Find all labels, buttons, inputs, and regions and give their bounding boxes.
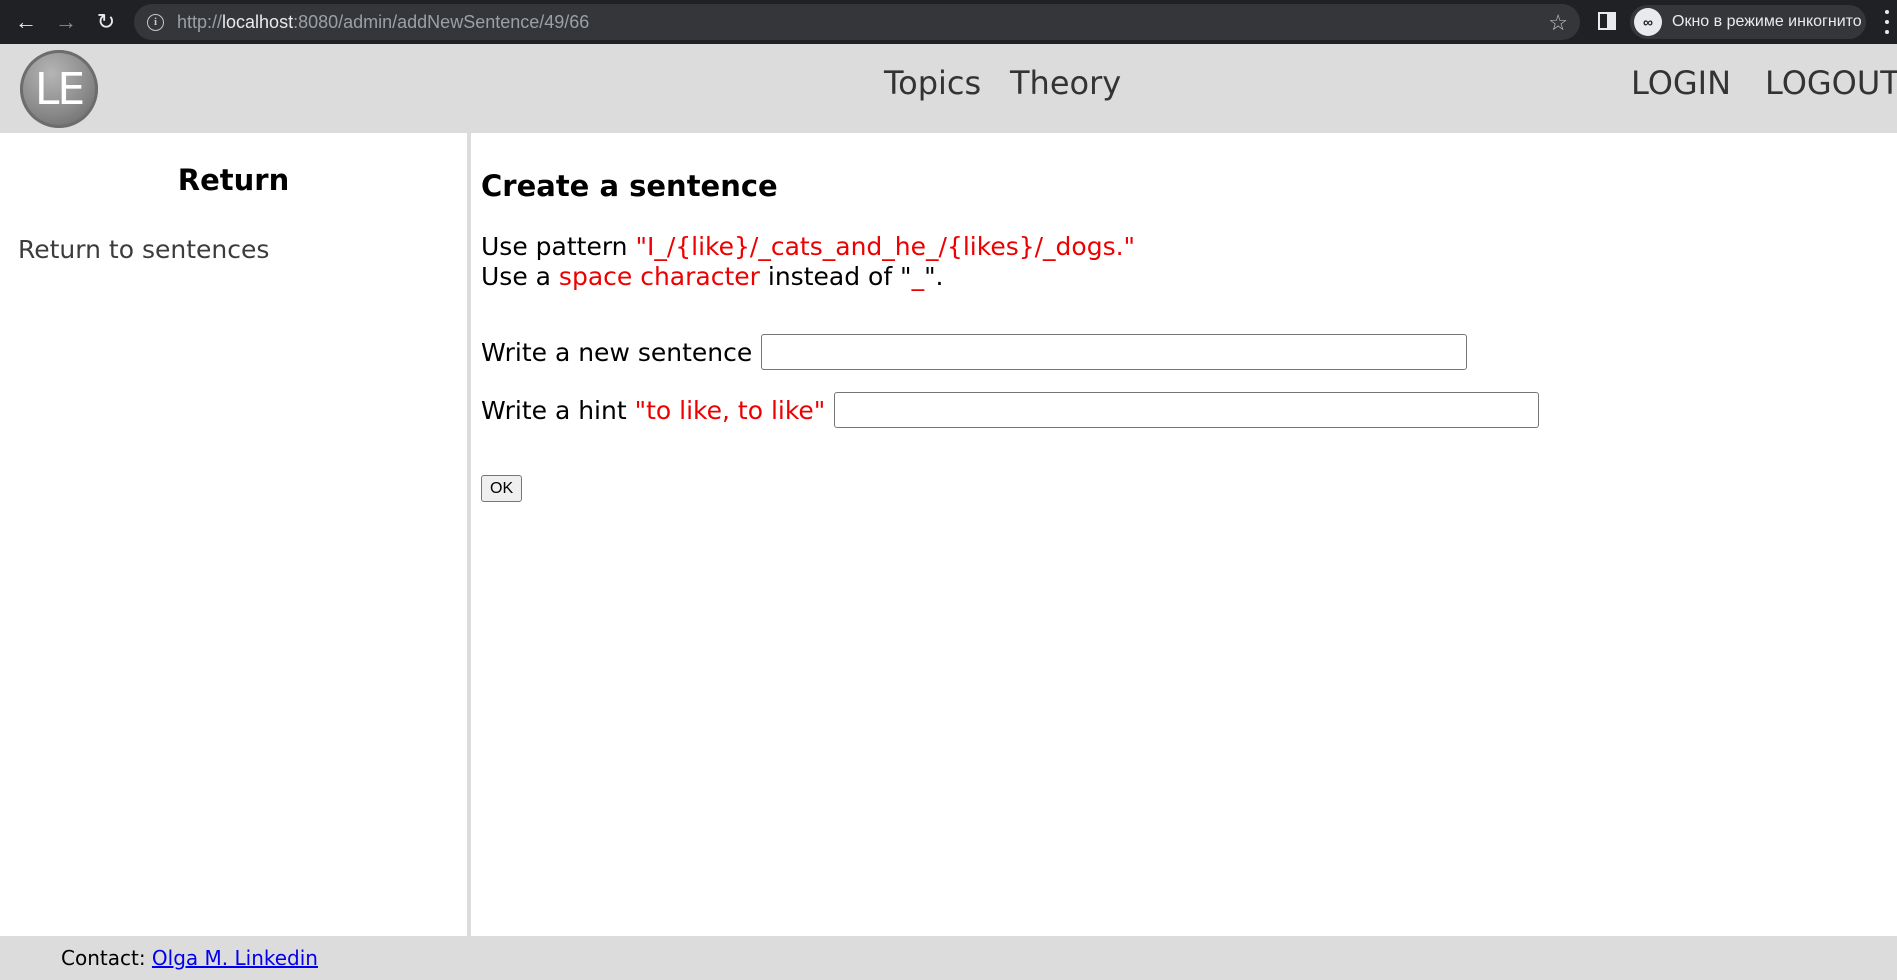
sentence-row: Write a new sentence — [481, 334, 1468, 370]
sentence-input[interactable] — [761, 334, 1468, 370]
browser-toolbar: ← → ↻ i http://localhost:8080/admin/addN… — [0, 0, 1897, 44]
page-title: Create a sentence — [481, 169, 778, 203]
forward-arrow-icon[interactable]: → — [52, 8, 80, 36]
sentence-label: Write a new sentence — [481, 337, 753, 367]
site-info-icon[interactable]: i — [147, 13, 164, 31]
nav-topics[interactable]: Topics — [884, 64, 981, 102]
hint-label: Write a hint "to like, to like" — [481, 395, 826, 425]
return-to-sentences-link[interactable]: Return to sentences — [18, 235, 269, 264]
incognito-icon: ∞ — [1634, 8, 1662, 36]
address-bar[interactable]: i http://localhost:8080/admin/addNewSent… — [134, 4, 1580, 40]
hint-input[interactable] — [834, 392, 1540, 428]
nav-login[interactable]: LOGIN — [1631, 64, 1731, 102]
incognito-badge[interactable]: ∞ Окно в режиме инкогнито — [1630, 5, 1866, 39]
hint-row: Write a hint "to like, to like" — [481, 392, 1540, 428]
pattern-value: "I_/{like}/_cats_and_he_/{likes}/_dogs." — [635, 232, 1136, 261]
nav-theory[interactable]: Theory — [1010, 64, 1121, 102]
ok-button[interactable]: OK — [481, 475, 523, 502]
main-content: Create a sentence Use pattern "I_/{like}… — [481, 133, 1881, 936]
reload-icon[interactable]: ↻ — [92, 8, 120, 36]
browser-menu-icon[interactable] — [1884, 10, 1890, 34]
back-arrow-icon[interactable]: ← — [12, 8, 40, 36]
side-panel-icon[interactable] — [1598, 12, 1616, 30]
hint-example: "to like, to like" — [634, 395, 826, 425]
address-url[interactable]: http://localhost:8080/admin/addNewSenten… — [177, 12, 589, 33]
pattern-instruction: Use pattern "I_/{like}/_cats_and_he_/{li… — [481, 232, 1136, 261]
incognito-label: Окно в режиме инкогнито — [1672, 13, 1862, 30]
site-header: LE Topics Theory LOGIN LOGOUT — [0, 44, 1897, 133]
footer-contact: Contact: Olga M. Linkedin — [61, 946, 318, 970]
site-logo[interactable]: LE — [20, 50, 98, 128]
linkedin-link[interactable]: Olga M. Linkedin — [152, 946, 318, 970]
space-character-highlight: space character — [558, 262, 760, 291]
nav-logout[interactable]: LOGOUT — [1765, 64, 1897, 102]
footer: Contact: Olga M. Linkedin — [0, 936, 1897, 980]
sidebar-title: Return — [177, 163, 290, 197]
space-instruction: Use a space character instead of "_". — [481, 262, 944, 291]
sidebar: Return Return to sentences — [0, 133, 471, 936]
bookmark-star-icon[interactable]: ☆ — [1548, 10, 1568, 36]
